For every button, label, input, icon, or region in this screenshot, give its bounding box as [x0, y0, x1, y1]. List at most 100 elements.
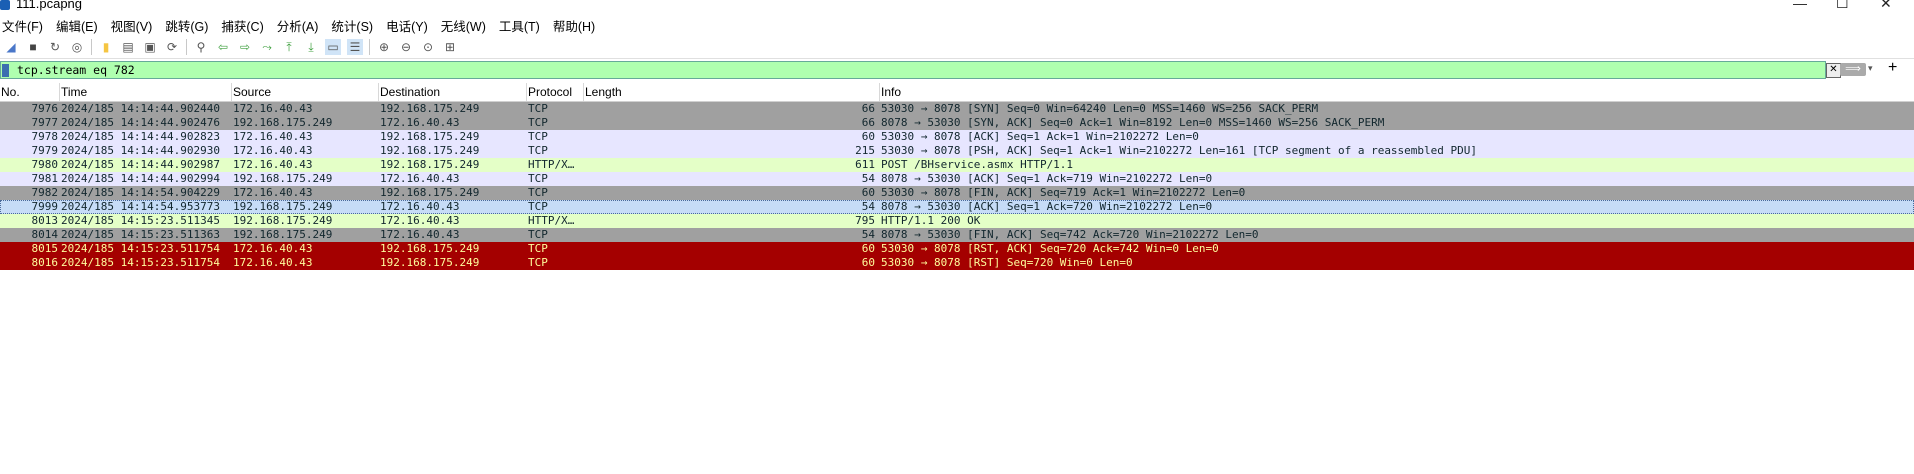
packet-destination: 172.16.40.43 — [380, 228, 460, 241]
packet-time: 2024/185 14:15:23.511754 — [61, 256, 220, 269]
menu-capture[interactable]: 捕获(C) — [221, 16, 263, 35]
packet-protocol: TCP — [528, 228, 548, 241]
last-packet-icon[interactable]: ⤓ — [303, 39, 319, 55]
back-arrow-icon[interactable]: ⇦ — [215, 39, 231, 55]
packet-time: 2024/185 14:14:54.904229 — [61, 186, 220, 199]
stop-icon[interactable]: ■ — [25, 39, 41, 55]
bookmark-icon[interactable] — [2, 64, 9, 77]
zoom-in-icon[interactable]: ⊕ — [376, 39, 392, 55]
find-icon[interactable]: ⚲ — [193, 39, 209, 55]
clear-filter-icon[interactable]: ✕ — [1826, 63, 1841, 78]
packet-info: 53030 → 8078 [SYN] Seq=0 Win=64240 Len=0… — [881, 102, 1319, 115]
menu-view[interactable]: 视图(V) — [111, 16, 153, 35]
column-header-source[interactable]: Source — [232, 83, 379, 101]
packet-length: 54 — [861, 172, 875, 185]
display-filter-bar: tcp.stream eq 782 ✕ ⟹ ▾ + — [0, 59, 1914, 81]
forward-arrow-icon[interactable]: ⇨ — [237, 39, 253, 55]
open-folder-icon[interactable]: ▮ — [98, 39, 114, 55]
packet-length: 66 — [861, 102, 875, 115]
packet-protocol: TCP — [528, 242, 548, 255]
packet-row[interactable]: 7982 2024/185 14:14:54.904229 172.16.40.43… — [0, 186, 1914, 200]
filter-history-dropdown-icon[interactable]: ▾ — [1868, 63, 1873, 74]
packet-destination: 192.168.175.249 — [380, 242, 480, 255]
menu-file[interactable]: 文件(F) — [2, 16, 43, 35]
menu-go[interactable]: 跳转(G) — [165, 16, 208, 35]
menu-help[interactable]: 帮助(H) — [553, 16, 595, 35]
filter-expression[interactable]: tcp.stream eq 782 — [17, 63, 135, 77]
column-header-no[interactable]: No. — [0, 83, 60, 101]
toolbar-separator — [91, 39, 92, 55]
options-gear-icon[interactable]: ◎ — [69, 39, 85, 55]
packet-source: 192.168.175.249 — [233, 116, 333, 129]
packet-protocol: TCP — [528, 102, 548, 115]
close-icon[interactable]: ✕ — [1880, 0, 1892, 12]
menu-edit[interactable]: 编辑(E) — [56, 16, 98, 35]
minimize-icon[interactable]: — — [1793, 0, 1807, 11]
menu-analyze[interactable]: 分析(A) — [277, 16, 319, 35]
packet-time: 2024/185 14:15:23.511363 — [61, 228, 220, 241]
packet-no: 7982 — [31, 186, 59, 199]
packet-row[interactable]: 7976 2024/185 14:14:44.902440 172.16.40.43… — [0, 102, 1914, 116]
packet-destination: 172.16.40.43 — [380, 172, 460, 185]
packet-time: 2024/185 14:14:44.902476 — [61, 116, 220, 129]
packet-info: 53030 → 8078 [FIN, ACK] Seq=719 Ack=1 Wi… — [881, 186, 1246, 199]
column-header-time[interactable]: Time — [60, 83, 232, 101]
window-title: 111.pcapng — [16, 0, 83, 11]
wireshark-app-icon — [0, 0, 10, 10]
packet-row[interactable]: 7978 2024/185 14:14:44.902823 172.16.40.43… — [0, 130, 1914, 144]
resize-columns-icon[interactable]: ⊞ — [442, 39, 458, 55]
restart-icon[interactable]: ↻ — [47, 39, 63, 55]
packet-no: 7976 — [31, 102, 59, 115]
packet-time: 2024/185 14:14:44.902440 — [61, 102, 220, 115]
close-file-icon[interactable]: ▣ — [142, 39, 158, 55]
apply-filter-button[interactable]: ⟹ — [1840, 63, 1866, 76]
column-header-destination[interactable]: Destination — [379, 83, 527, 101]
column-header-protocol[interactable]: Protocol — [527, 83, 584, 101]
packet-row[interactable]: 7980 2024/185 14:14:44.902987 172.16.40.43… — [0, 158, 1914, 172]
packet-destination: 192.168.175.249 — [380, 144, 480, 157]
packet-no: 8016 — [31, 256, 59, 269]
maximize-icon[interactable]: ☐ — [1836, 0, 1849, 12]
reload-icon[interactable]: ⟳ — [164, 39, 180, 55]
save-icon[interactable]: ▤ — [120, 39, 136, 55]
packet-protocol: HTTP/X… — [528, 158, 575, 171]
column-header-info[interactable]: Info — [880, 83, 1914, 101]
packet-row[interactable]: 8016 2024/185 14:15:23.511754 172.16.40.43… — [0, 256, 1914, 270]
packet-row[interactable]: 7981 2024/185 14:14:44.902994 192.168.175.… — [0, 172, 1914, 186]
menu-telephony[interactable]: 电话(Y) — [386, 16, 428, 35]
menu-statistics[interactable]: 统计(S) — [331, 16, 373, 35]
column-header-length[interactable]: Length — [584, 83, 880, 101]
packet-no: 7980 — [31, 158, 59, 171]
add-filter-button-icon[interactable]: + — [1888, 59, 1897, 77]
shark-fin-start-icon[interactable]: ◢ — [3, 39, 19, 55]
packet-info: 53030 → 8078 [PSH, ACK] Seq=1 Ack=1 Win=… — [881, 144, 1478, 157]
packet-time: 2024/185 14:14:44.902987 — [61, 158, 220, 171]
zoom-reset-icon[interactable]: ⊙ — [420, 39, 436, 55]
packet-row[interactable]: 8015 2024/185 14:15:23.511754 172.16.40.43… — [0, 242, 1914, 256]
packet-info: 53030 → 8078 [RST] Seq=720 Win=0 Len=0 — [881, 256, 1133, 269]
packet-protocol: TCP — [528, 130, 548, 143]
packet-source: 192.168.175.249 — [233, 172, 333, 185]
packet-destination: 172.16.40.43 — [380, 214, 460, 227]
autoscroll-icon[interactable]: ▭ — [325, 39, 341, 55]
packet-row[interactable]: 7977 2024/185 14:14:44.902476 192.168.175.… — [0, 116, 1914, 130]
first-packet-icon[interactable]: ⤒ — [281, 39, 297, 55]
packet-source: 172.16.40.43 — [233, 130, 313, 143]
colorize-icon[interactable]: ☰ — [347, 39, 363, 55]
menu-tools[interactable]: 工具(T) — [499, 16, 540, 35]
display-filter-input[interactable]: tcp.stream eq 782 — [0, 61, 1826, 79]
packet-row[interactable]: 8014 2024/185 14:15:23.511363 192.168.175.… — [0, 228, 1914, 242]
packet-row[interactable]: 7999 2024/185 14:14:54.953773 192.168.175.… — [0, 200, 1914, 214]
goto-packet-icon[interactable]: ⤳ — [259, 39, 275, 55]
packet-destination: 192.168.175.249 — [380, 158, 480, 171]
packet-info: HTTP/1.1 200 OK — [881, 214, 981, 227]
packet-length: 215 — [855, 144, 875, 157]
packet-row[interactable]: 8013 2024/185 14:15:23.511345 192.168.175.… — [0, 214, 1914, 228]
packet-info: POST /BHservice.asmx HTTP/1.1 — [881, 158, 1074, 171]
packet-row[interactable]: 7979 2024/185 14:14:44.902930 172.16.40.43… — [0, 144, 1914, 158]
packet-protocol: TCP — [528, 172, 548, 185]
menu-wireless[interactable]: 无线(W) — [441, 16, 486, 35]
packet-source: 172.16.40.43 — [233, 242, 313, 255]
packet-protocol: TCP — [528, 144, 548, 157]
zoom-out-icon[interactable]: ⊖ — [398, 39, 414, 55]
